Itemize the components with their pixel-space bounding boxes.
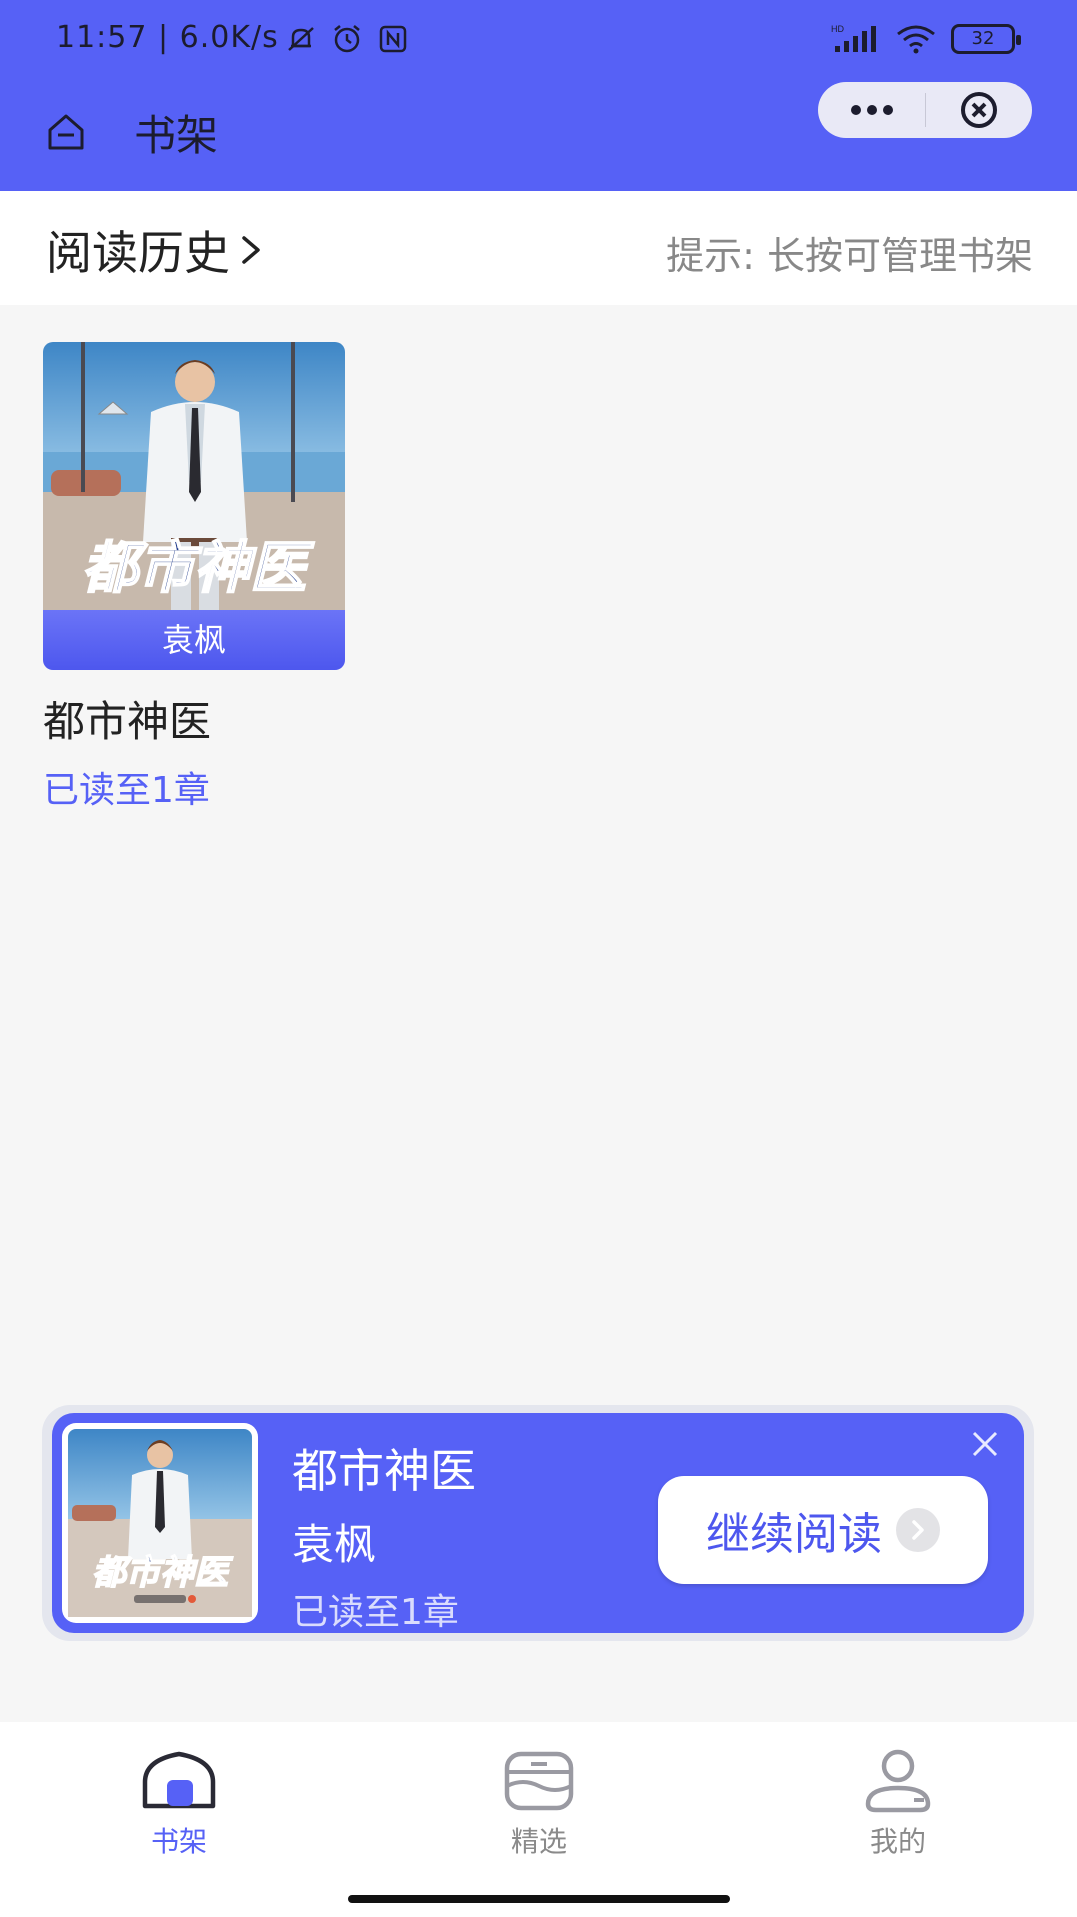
nfc-icon [379, 25, 407, 53]
continue-reading-card[interactable]: 都市神医 都市神医 袁枫 已读至1章 继续阅读 [52, 1413, 1024, 1633]
status-bar: 11:57 | 6.0K/s HD 32 [0, 0, 1077, 82]
home-indicator[interactable] [348, 1895, 730, 1903]
shelf-manage-hint: 提示: 长按可管理书架 [666, 234, 1033, 278]
banner-close-icon[interactable] [968, 1427, 1002, 1461]
history-bar: 阅读历史 提示: 长按可管理书架 [0, 191, 1077, 305]
bottom-tab-bar: 书架 精选 我的 [0, 1722, 1077, 1917]
signal-hd-label: HD [831, 24, 844, 34]
tab-bookshelf-label: 书架 [150, 1825, 207, 1858]
arrow-right-circle-icon [896, 1508, 940, 1552]
close-circle-icon [961, 92, 997, 128]
book-card[interactable]: 都市神医 袁枫 都市神医 已读至1章 [43, 342, 345, 813]
wifi-icon [897, 25, 935, 54]
status-time: 11:57 | 6.0K/s [56, 20, 279, 55]
cover-author-strip: 袁枫 [43, 610, 345, 670]
continue-reading-banner: 都市神医 都市神医 袁枫 已读至1章 继续阅读 [42, 1405, 1034, 1641]
chevron-right-icon [242, 236, 260, 264]
book-cover-image: 都市神医 [43, 342, 345, 610]
featured-icon [504, 1751, 574, 1811]
more-dots-icon [850, 105, 893, 115]
tab-profile[interactable]: 我的 [808, 1746, 988, 1866]
continue-reading-label: 继续阅读 [706, 1509, 882, 1560]
cover-title-text: 都市神医 [82, 536, 315, 599]
status-icons-left [284, 22, 410, 56]
book-progress: 已读至1章 [43, 770, 210, 811]
mute-bell-icon [288, 27, 314, 51]
home-minimize-icon[interactable] [44, 110, 88, 154]
profile-icon [865, 1749, 931, 1813]
page-title: 书架 [134, 111, 219, 160]
close-mini-program-button[interactable] [926, 82, 1032, 138]
banner-book-progress: 已读至1章 [292, 1592, 459, 1633]
banner-cover-image: 都市神医 [68, 1429, 252, 1617]
reading-history-label: 阅读历史 [46, 226, 230, 280]
book-cover[interactable]: 都市神医 袁枫 [43, 342, 345, 670]
mini-program-capsule [818, 82, 1032, 138]
banner-book-title: 都市神医 [292, 1444, 476, 1498]
more-button[interactable] [818, 82, 925, 138]
battery-indicator: 32 [951, 24, 1021, 54]
tab-featured-label: 精选 [510, 1825, 567, 1858]
nav-bar: 书架 [0, 82, 1077, 191]
banner-book-cover: 都市神医 [62, 1423, 258, 1623]
tab-bookshelf[interactable]: 书架 [89, 1746, 269, 1866]
continue-reading-button[interactable]: 继续阅读 [658, 1476, 988, 1584]
bookshelf-icon [142, 1751, 216, 1809]
reading-history-link[interactable]: 阅读历史 [46, 217, 264, 283]
tab-profile-label: 我的 [869, 1825, 926, 1858]
tab-featured[interactable]: 精选 [449, 1746, 629, 1866]
alarm-icon [334, 25, 360, 53]
banner-cover-title-text: 都市神医 [92, 1554, 234, 1592]
banner-book-author: 袁枫 [292, 1520, 377, 1569]
book-title: 都市神医 [43, 697, 212, 746]
status-icons-right: HD 32 [831, 22, 1021, 56]
top-bar: 11:57 | 6.0K/s HD 32 书架 [0, 0, 1077, 191]
signal-icon: HD [831, 24, 876, 52]
battery-level: 32 [971, 28, 995, 49]
